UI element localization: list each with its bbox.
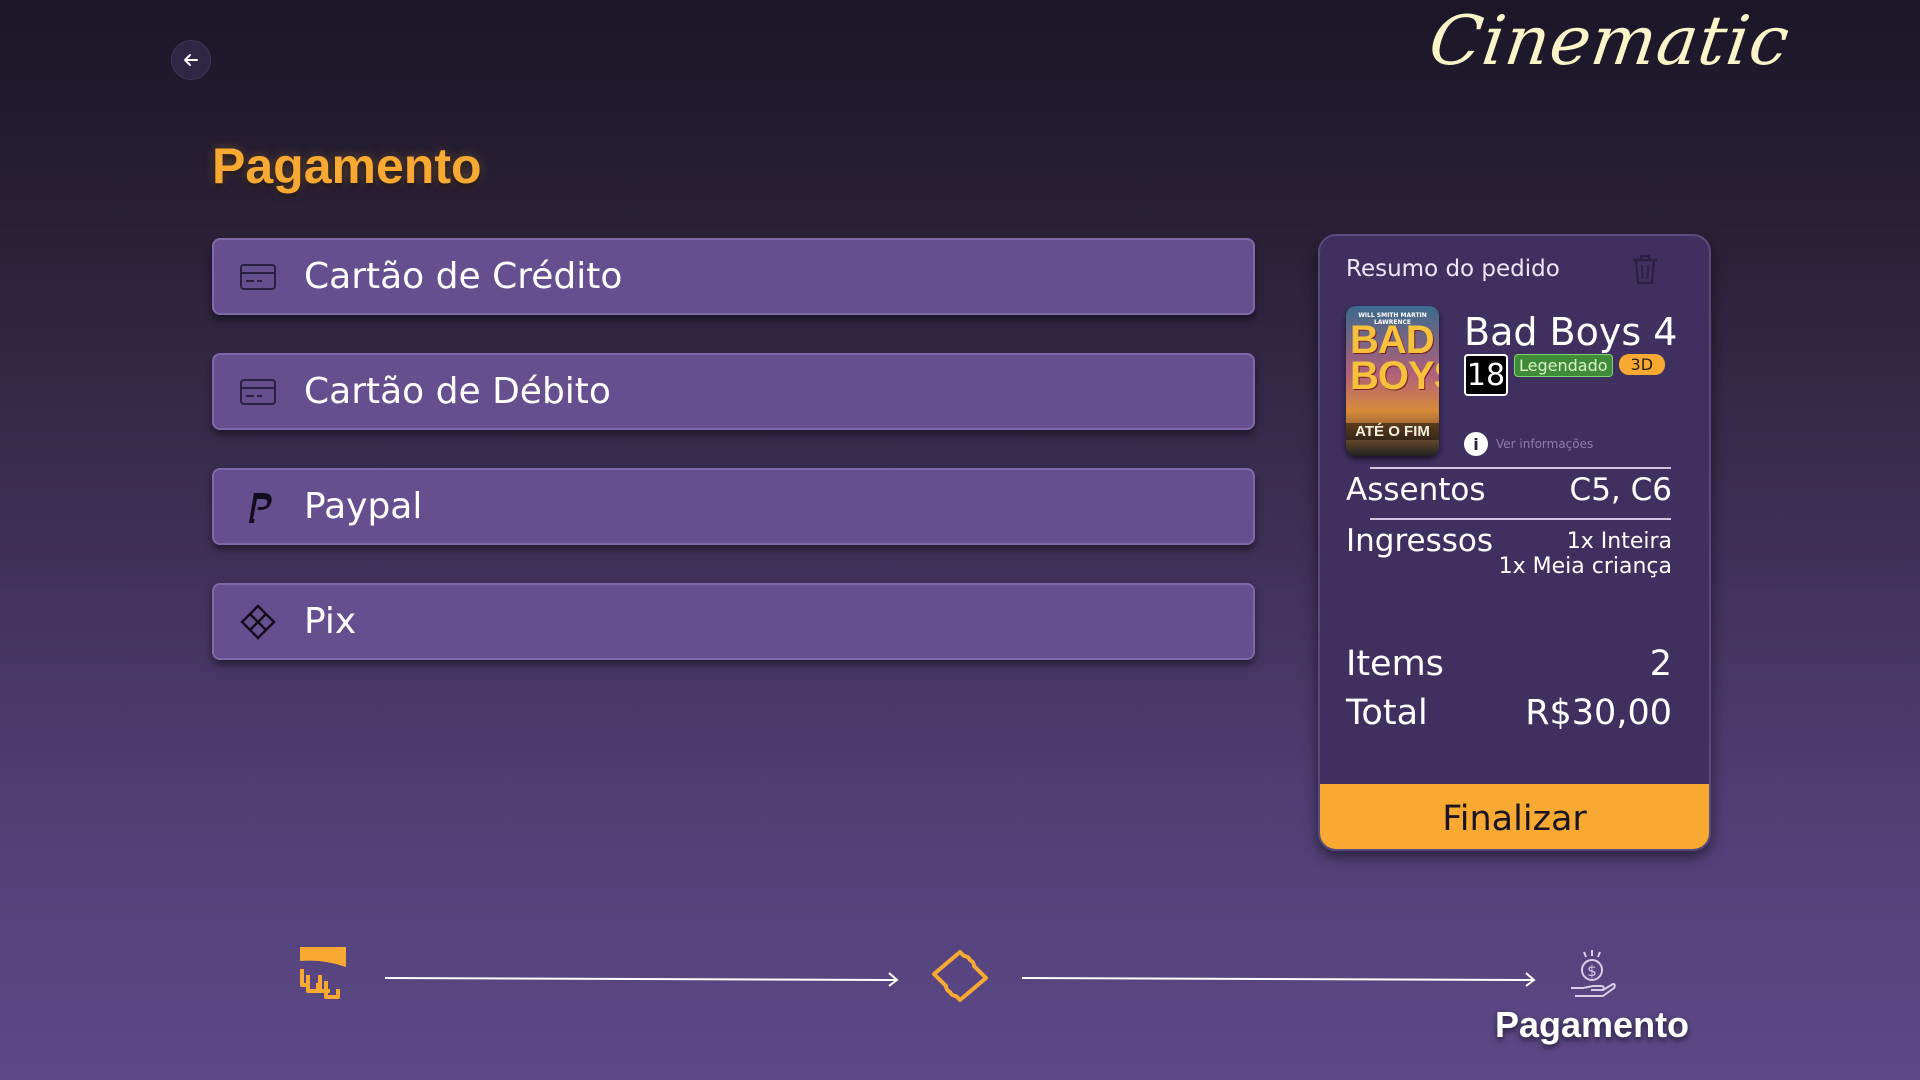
seats-row: Assentos C5, C6: [1346, 472, 1672, 508]
payment-method-paypal[interactable]: Paypal: [212, 468, 1255, 545]
format-tag: 3D: [1618, 354, 1666, 375]
ticket-line: 1x Meia criança: [1498, 554, 1672, 579]
step-label: Pagamento: [1495, 1004, 1690, 1045]
finalize-button[interactable]: Finalizar: [1320, 784, 1709, 849]
movie-title: Bad Boys 4: [1464, 310, 1678, 354]
step-arrow: [1021, 972, 1536, 987]
summary-title: Resumo do pedido: [1346, 256, 1560, 282]
ticket-icon: [932, 950, 988, 1002]
items-value: 2: [1649, 644, 1672, 684]
divider: [1370, 518, 1671, 520]
poster-title: BAD BOYS: [1350, 318, 1439, 398]
paypal-icon: [240, 489, 276, 525]
payment-method-label: Paypal: [304, 486, 423, 527]
tickets-value: 1x Inteira 1x Meia criança: [1499, 529, 1672, 579]
step-seats: [294, 945, 350, 1001]
total-row: Total R$30,00: [1346, 693, 1672, 733]
items-label: Items: [1346, 644, 1444, 684]
svg-text:$: $: [1587, 962, 1597, 980]
payment-method-label: Pix: [304, 601, 357, 642]
total-value: R$30,00: [1525, 693, 1672, 733]
total-label: Total: [1346, 693, 1428, 733]
back-button[interactable]: [171, 40, 211, 80]
poster-subtitle: ATÉ O FIM: [1346, 423, 1439, 440]
info-icon: i: [1464, 432, 1488, 456]
payment-method-credit-card[interactable]: Cartão de Crédito: [212, 238, 1255, 315]
tickets-row: Ingressos 1x Inteira 1x Meia criança: [1346, 523, 1672, 579]
seats-label: Assentos: [1346, 472, 1486, 508]
arrow-left-icon: [184, 54, 198, 66]
tickets-label: Ingressos: [1346, 523, 1494, 559]
divider: [1370, 467, 1671, 469]
language-tag: Legendado: [1514, 354, 1613, 377]
trash-icon: [1633, 254, 1657, 285]
payment-method-label: Cartão de Crédito: [304, 256, 623, 297]
step-arrow: [384, 972, 899, 987]
payment-methods-list: Cartão de Crédito Cartão de Débito Paypa…: [212, 238, 1255, 698]
order-summary-panel: Resumo do pedido WILL SMITH MARTIN LAWRE…: [1318, 234, 1711, 851]
pix-icon: [240, 603, 276, 640]
page-title: Pagamento: [212, 138, 482, 194]
payment-method-label: Cartão de Débito: [304, 371, 611, 412]
seats-icon: [300, 947, 346, 999]
movie-info-link[interactable]: i Ver informações: [1464, 432, 1593, 456]
credit-card-icon: [240, 259, 276, 295]
age-rating-badge: 18: [1464, 354, 1508, 396]
step-payment: $ Pagamento: [1495, 948, 1689, 1046]
payment-icon: $: [1571, 950, 1616, 997]
info-link-label: Ver informações: [1496, 437, 1594, 451]
clear-order-button[interactable]: [1630, 253, 1660, 289]
seats-value: C5, C6: [1569, 472, 1672, 508]
step-tickets: [930, 948, 990, 1004]
movie-badges: 18 Legendado 3D: [1464, 354, 1666, 396]
ticket-line: 1x Inteira: [1566, 529, 1672, 554]
payment-method-pix[interactable]: Pix: [212, 583, 1255, 660]
payment-method-debit-card[interactable]: Cartão de Débito: [212, 353, 1255, 430]
movie-poster: WILL SMITH MARTIN LAWRENCE BAD BOYS ATÉ …: [1346, 306, 1439, 456]
items-row: Items 2: [1346, 644, 1672, 684]
credit-card-icon: [240, 374, 276, 410]
app-logo: Cinematic: [1424, 2, 1795, 81]
